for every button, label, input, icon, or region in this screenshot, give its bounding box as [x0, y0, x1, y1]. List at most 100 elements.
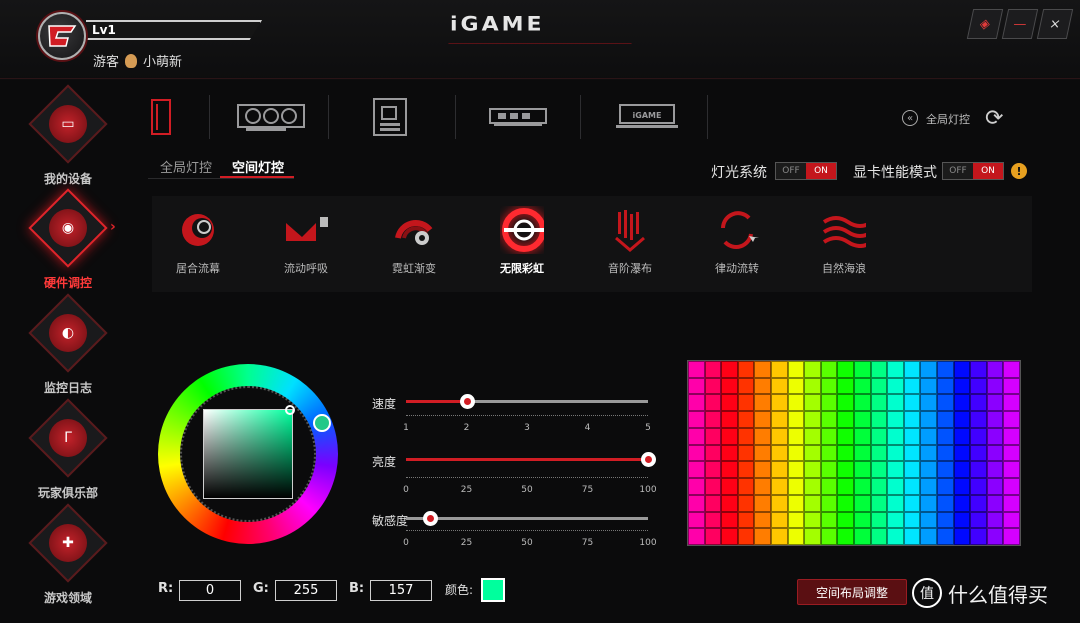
led-cell [854, 411, 871, 428]
led-cell [937, 377, 954, 395]
device-pc-case[interactable] [142, 95, 182, 139]
led-cell [903, 377, 921, 395]
mode-natural-wave[interactable]: 自然海浪 [804, 208, 884, 276]
chevron-left-icon[interactable]: « [902, 110, 918, 126]
led-cell [704, 394, 722, 412]
led-cell [970, 361, 987, 378]
b-input[interactable]: 157 [370, 580, 432, 601]
led-cell [870, 444, 888, 462]
led-cell [986, 444, 1004, 462]
g-input[interactable]: 255 [275, 580, 337, 601]
led-cell [804, 394, 821, 412]
mode-infinite-rainbow[interactable]: 无限彩虹 [482, 208, 562, 276]
mode-neon-gradient[interactable]: 霓虹渐变 [374, 208, 454, 276]
led-cell [704, 427, 722, 445]
led-cell [854, 478, 871, 495]
skin-button[interactable]: ◈ [966, 9, 1004, 39]
led-cell [903, 494, 921, 512]
sidebar-item-player-club[interactable]: Γ 玩家俱乐部 [28, 398, 108, 502]
tick-label: 75 [581, 538, 594, 548]
igame-club-icon: Γ [49, 419, 87, 457]
color-swatch[interactable] [481, 578, 505, 602]
led-cell [854, 511, 871, 529]
device-memory[interactable] [486, 95, 552, 139]
close-button[interactable]: × [1036, 9, 1074, 39]
global-light-link[interactable]: 全局灯控 [926, 111, 970, 127]
led-cell [754, 411, 771, 428]
user-info: 游客 小萌新 [93, 51, 182, 70]
speed-slider[interactable] [406, 394, 648, 409]
username[interactable]: 小萌新 [143, 51, 182, 70]
led-cell [903, 444, 921, 462]
warning-icon[interactable]: ! [1011, 163, 1027, 179]
sidebar-item-hardware-control[interactable]: ◉ 硬件调控 [28, 188, 108, 292]
led-cell [804, 478, 821, 495]
led-cell [937, 511, 954, 529]
mode-label: 流动呼吸 [284, 262, 328, 275]
mode-scale-waterfall[interactable]: 音阶瀑布 [590, 208, 670, 276]
led-cell [771, 361, 788, 378]
led-cell [771, 411, 788, 428]
speed-ticks [406, 412, 648, 416]
slider-thumb[interactable] [459, 394, 475, 409]
slider-thumb[interactable] [641, 452, 656, 467]
sidebar-item-my-devices[interactable]: ▭ 我的设备 [28, 84, 108, 188]
led-cell [887, 478, 904, 495]
saturation-value-square[interactable] [203, 409, 293, 499]
led-cell [937, 528, 954, 545]
led-cell [870, 394, 888, 412]
minimize-button[interactable]: — [1001, 9, 1039, 39]
led-cell [804, 361, 821, 378]
hue-marker[interactable] [313, 414, 331, 432]
led-cell [837, 427, 854, 445]
device-graphics-card[interactable] [232, 95, 312, 139]
refresh-icon[interactable]: ⟳ [985, 106, 1003, 131]
led-cell [804, 528, 821, 545]
led-cell [887, 494, 904, 512]
brightness-slider[interactable] [406, 452, 656, 467]
space-layout-button[interactable]: 空间布局调整 [797, 579, 907, 605]
gpu-mode-toggle[interactable]: OFF ON [942, 162, 1004, 180]
led-cell [737, 461, 755, 479]
color-picker[interactable] [158, 364, 338, 544]
led-cell [688, 444, 705, 462]
led-cell [1003, 361, 1020, 378]
led-cell [820, 461, 838, 479]
led-cell [986, 494, 1004, 512]
sidebar-item-monitor-log[interactable]: ◐ 监控日志 [28, 293, 108, 397]
led-cell [804, 461, 821, 479]
light-system-label: 灯光系统 [711, 165, 767, 181]
gamepad-icon: ✚ [49, 524, 87, 562]
r-input[interactable]: 0 [179, 580, 241, 601]
igame-logo: iGAME [450, 13, 545, 36]
tick-label: 2 [463, 423, 470, 433]
led-cell [771, 461, 788, 479]
sidebar-item-game-zone[interactable]: ✚ 游戏领域 [28, 503, 108, 607]
sensitivity-slider[interactable] [406, 511, 648, 526]
led-cell [854, 444, 871, 462]
led-cell [870, 528, 888, 545]
led-cell [837, 511, 854, 529]
device-monitor[interactable]: iGAME [614, 95, 680, 139]
led-cell [688, 528, 705, 545]
avatar[interactable] [38, 12, 86, 60]
device-motherboard[interactable] [364, 95, 414, 139]
mode-rhythm-rotation[interactable]: 律动流转 [697, 208, 777, 276]
led-cell [787, 411, 805, 428]
tick-label: 50 [521, 538, 533, 548]
led-cell [837, 411, 854, 428]
tab-space-light[interactable]: 空间灯控 [232, 157, 284, 176]
light-system-toggle[interactable]: OFF ON [775, 162, 837, 180]
sidebar-diamond: ◉ [28, 188, 108, 268]
mode-iai-curtain[interactable]: 居合流幕 [158, 208, 238, 276]
tab-global-light[interactable]: 全局灯控 [160, 157, 212, 176]
led-cell [887, 394, 904, 412]
mode-flow-breathing[interactable]: 流动呼吸 [266, 208, 346, 276]
led-cell [986, 394, 1004, 412]
led-cell [804, 444, 821, 462]
slider-thumb[interactable] [423, 511, 439, 526]
led-cell [986, 461, 1004, 479]
led-cell [754, 444, 771, 462]
device-separator [707, 95, 708, 139]
sv-marker[interactable] [285, 405, 295, 415]
